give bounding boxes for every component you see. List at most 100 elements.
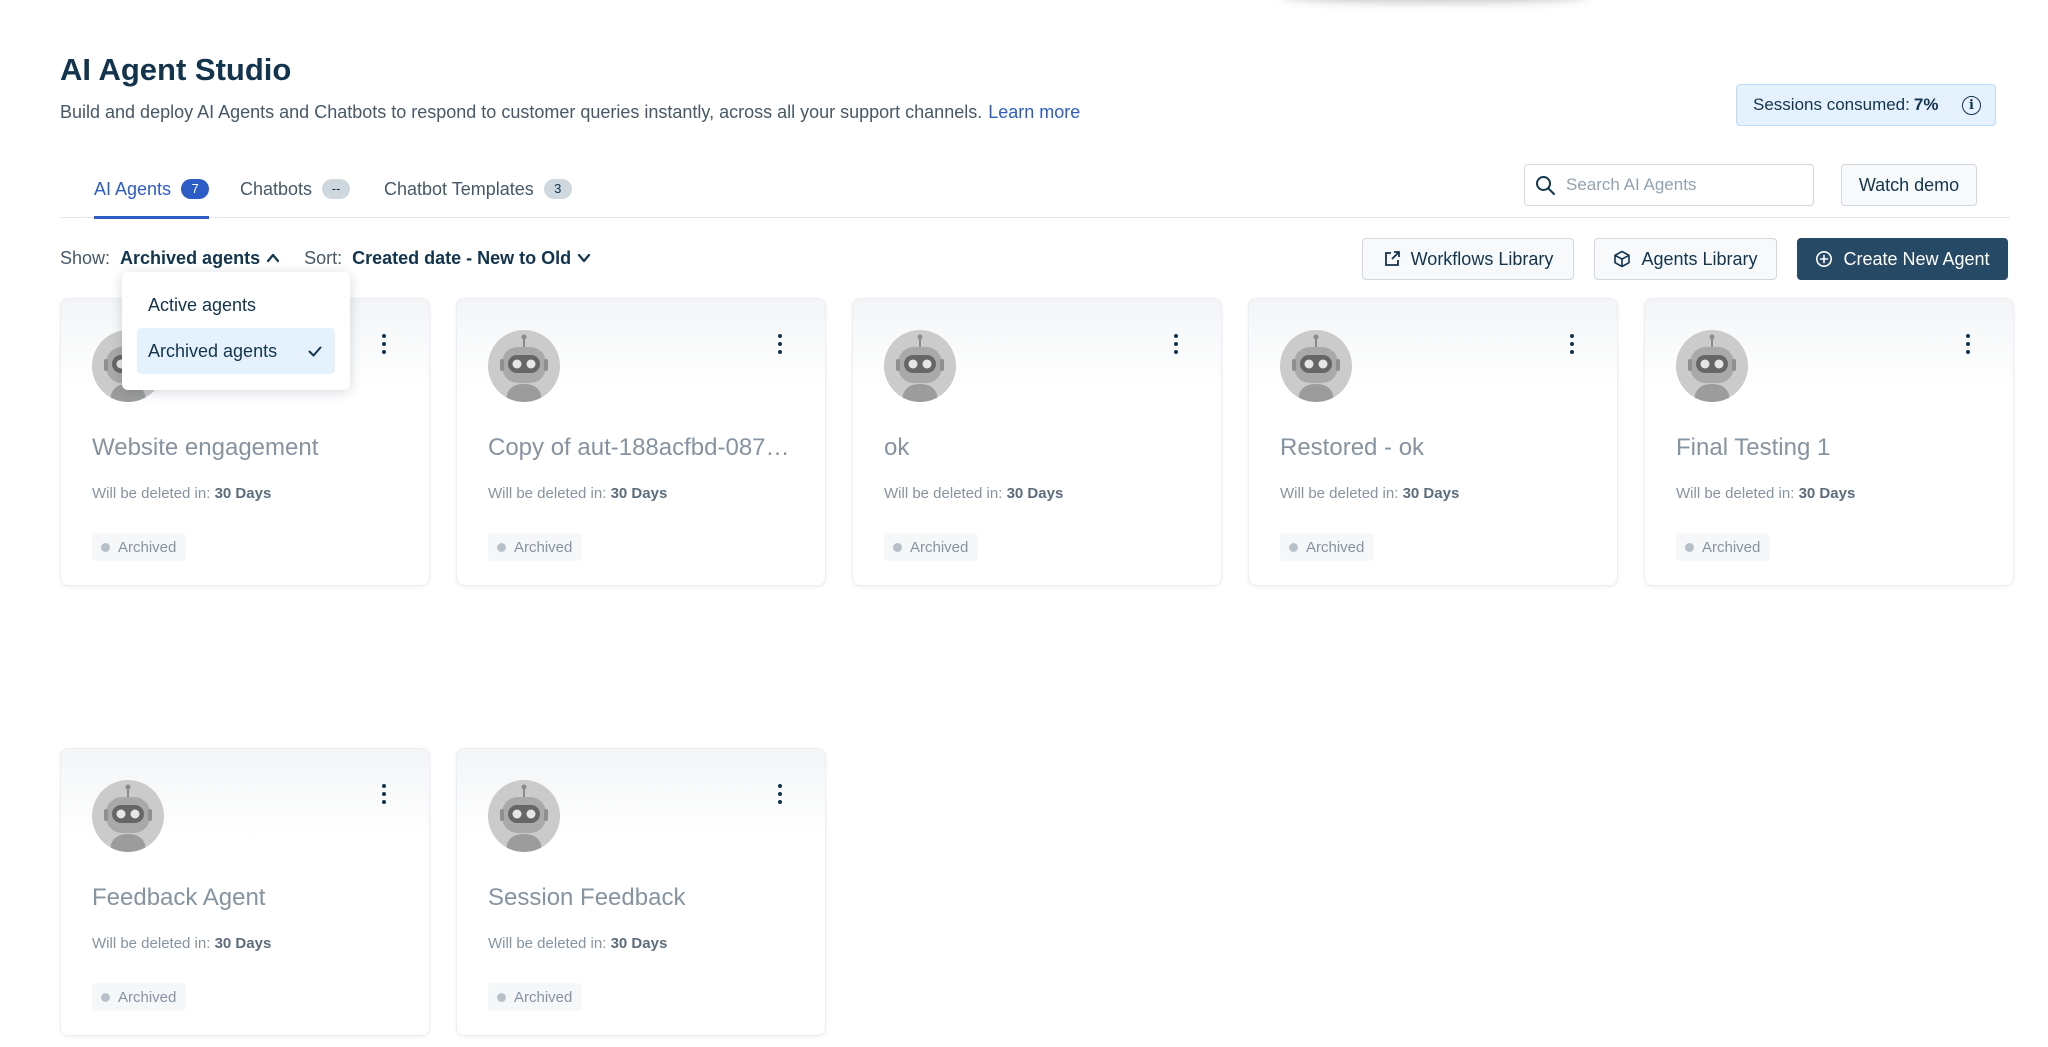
agent-card-deletion: Will be deleted in: 30 Days — [488, 935, 667, 952]
external-link-icon — [1384, 251, 1400, 266]
tab-ai-agents[interactable]: AI Agents 7 — [94, 160, 210, 219]
status-badge: Archived — [1676, 533, 1771, 561]
create-new-agent-label: Create New Agent — [1843, 248, 1990, 269]
sort-label: Sort: — [304, 247, 343, 268]
deletion-value: 30 Days — [1006, 485, 1064, 502]
more-options-icon[interactable] — [1958, 329, 1978, 359]
create-new-agent-button[interactable]: Create New Agent — [1797, 238, 2008, 280]
menu-item-active-agents[interactable]: Active agents — [137, 282, 335, 328]
info-icon[interactable]: i — [1962, 96, 1981, 115]
deletion-value: 30 Days — [1798, 485, 1856, 502]
search-box — [1524, 164, 1814, 206]
cube-icon — [1614, 250, 1631, 268]
agent-card[interactable]: Restored - ok Will be deleted in: 30 Day… — [1248, 298, 1618, 586]
deletion-label: Will be deleted in: — [92, 935, 211, 952]
agent-card[interactable]: Feedback Agent Will be deleted in: 30 Da… — [60, 748, 430, 1036]
agent-card-title: Session Feedback — [488, 884, 686, 911]
status-dot-icon — [1685, 542, 1694, 552]
status-badge: Archived — [884, 533, 979, 561]
menu-item-archived-agents[interactable]: Archived agents — [137, 328, 335, 374]
sessions-value: 7% — [1913, 95, 1939, 114]
agent-card[interactable]: Copy of aut-188acfbd-0875... Will be del… — [456, 298, 826, 586]
status-dot-icon — [893, 542, 902, 552]
learn-more-link[interactable]: Learn more — [988, 102, 1080, 122]
agent-card-deletion: Will be deleted in: 30 Days — [1676, 485, 1855, 502]
status-label: Archived — [1702, 538, 1761, 556]
page-description-text: Build and deploy AI Agents and Chatbots … — [60, 102, 983, 122]
status-badge: Archived — [488, 533, 583, 561]
page-title: AI Agent Studio — [60, 52, 292, 87]
status-badge: Archived — [488, 983, 583, 1011]
deletion-label: Will be deleted in: — [1676, 485, 1795, 502]
robot-avatar-icon — [488, 330, 560, 402]
search-icon — [1536, 176, 1555, 195]
tab-count-badge: 7 — [181, 179, 210, 199]
status-badge: Archived — [1280, 533, 1375, 561]
sort-value: Created date - New to Old — [352, 247, 572, 268]
robot-avatar-icon — [1280, 330, 1352, 402]
show-filter-dropdown[interactable]: Archived agents — [120, 248, 280, 269]
agent-card-deletion: Will be deleted in: 30 Days — [92, 935, 271, 952]
more-options-icon[interactable] — [770, 779, 790, 809]
chevron-up-icon — [266, 253, 280, 263]
workflows-library-label: Workflows Library — [1410, 248, 1554, 269]
deletion-label: Will be deleted in: — [1280, 485, 1399, 502]
agent-card-title: Restored - ok — [1280, 434, 1425, 461]
watch-demo-button[interactable]: Watch demo — [1841, 164, 1977, 206]
deletion-value: 30 Days — [610, 935, 668, 952]
menu-item-label: Archived agents — [148, 340, 278, 361]
agent-card-deletion: Will be deleted in: 30 Days — [884, 485, 1063, 502]
sort-dropdown[interactable]: Created date - New to Old — [352, 248, 591, 269]
robot-avatar-icon — [488, 780, 560, 852]
page-description: Build and deploy AI Agents and Chatbots … — [60, 102, 1080, 123]
agent-card-deletion: Will be deleted in: 30 Days — [1280, 485, 1459, 502]
status-label: Archived — [514, 538, 573, 556]
status-label: Archived — [1306, 538, 1365, 556]
deletion-value: 30 Days — [610, 485, 668, 502]
deletion-value: 30 Days — [1402, 485, 1460, 502]
more-options-icon[interactable] — [374, 329, 394, 359]
more-options-icon[interactable] — [1562, 329, 1582, 359]
agent-card-title: Website engagement — [92, 434, 319, 461]
robot-avatar-icon — [884, 330, 956, 402]
agent-card[interactable]: Final Testing 1 Will be deleted in: 30 D… — [1644, 298, 2014, 586]
tab-chatbot-templates[interactable]: Chatbot Templates 3 — [384, 160, 572, 218]
status-dot-icon — [101, 542, 110, 552]
sessions-consumed-badge: Sessions consumed: 7% i — [1736, 84, 1996, 126]
deletion-value: 30 Days — [214, 935, 272, 952]
check-icon — [308, 346, 322, 357]
status-dot-icon — [497, 542, 506, 552]
agent-card-title: Feedback Agent — [92, 884, 266, 911]
agent-card-deletion: Will be deleted in: 30 Days — [92, 485, 271, 502]
watch-demo-label: Watch demo — [1858, 174, 1960, 195]
deletion-label: Will be deleted in: — [488, 485, 607, 502]
more-options-icon[interactable] — [374, 779, 394, 809]
agent-card-deletion: Will be deleted in: 30 Days — [488, 485, 667, 502]
more-options-icon[interactable] — [1166, 329, 1186, 359]
tab-label: AI Agents — [94, 178, 172, 199]
tab-label: Chatbots — [240, 178, 313, 199]
menu-item-label: Active agents — [148, 294, 257, 315]
status-label: Archived — [514, 988, 573, 1006]
chevron-down-icon — [578, 253, 591, 263]
plus-circle-icon — [1816, 251, 1833, 267]
status-dot-icon — [101, 992, 110, 1002]
deletion-value: 30 Days — [214, 485, 272, 502]
show-filter-value: Archived agents — [120, 247, 261, 268]
deletion-label: Will be deleted in: — [884, 485, 1003, 502]
status-dot-icon — [497, 992, 506, 1002]
robot-avatar-icon — [1676, 330, 1748, 402]
workflows-library-button[interactable]: Workflows Library — [1362, 238, 1574, 280]
agent-card-title: ok — [884, 434, 910, 461]
filter-row: Show: Archived agents Sort: Created date… — [60, 244, 591, 272]
agents-library-label: Agents Library — [1641, 248, 1758, 269]
tab-count-badge: 3 — [543, 179, 572, 199]
tab-chatbots[interactable]: Chatbots -- — [240, 160, 351, 218]
search-input[interactable] — [1525, 165, 1813, 205]
show-filter-menu: Active agents Archived agents — [122, 272, 350, 390]
more-options-icon[interactable] — [770, 329, 790, 359]
agent-card[interactable]: ok Will be deleted in: 30 Days Archived — [852, 298, 1222, 586]
agents-library-button[interactable]: Agents Library — [1594, 238, 1777, 280]
agent-card[interactable]: Session Feedback Will be deleted in: 30 … — [456, 748, 826, 1036]
deletion-label: Will be deleted in: — [488, 935, 607, 952]
